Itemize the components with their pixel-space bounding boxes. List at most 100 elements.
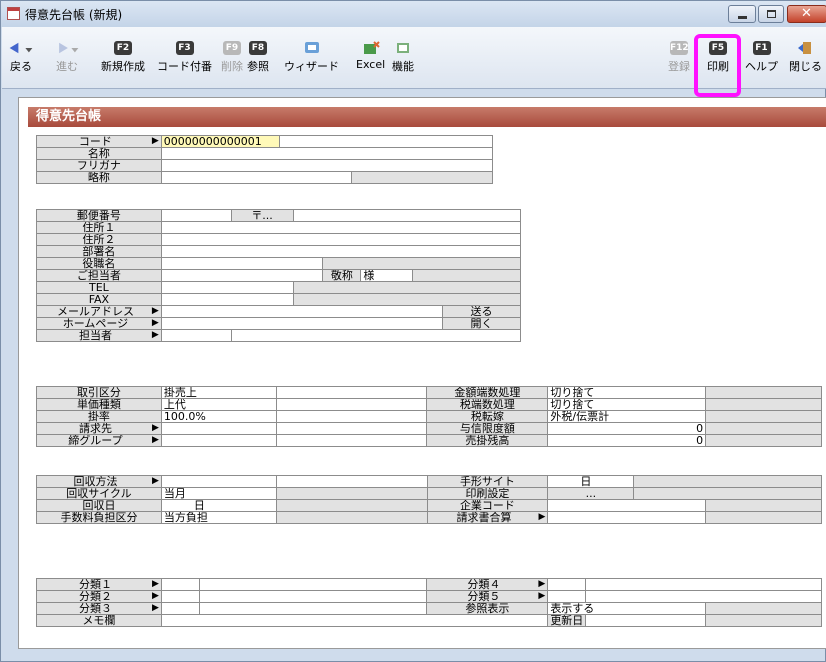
category4-label: 分類４ ▶ <box>426 578 549 591</box>
caret-right-icon: ▶ <box>151 330 159 341</box>
address1-label: 住所１ <box>36 221 162 234</box>
memo-field[interactable] <box>160 614 549 627</box>
f3-key-icon: F3 <box>175 41 194 55</box>
category2-code[interactable] <box>160 590 200 603</box>
ref-display-field[interactable]: 表示する <box>547 602 707 615</box>
app-window: 得意先台帳 (新規) ✕ 戻る 進む F2 新規作成 F3 コード付番 F9 削除 F… <box>0 0 826 662</box>
category1-code[interactable] <box>160 578 200 591</box>
send-button[interactable]: 送る <box>442 305 521 318</box>
collect-method-field[interactable] <box>160 475 277 488</box>
minimize-button[interactable] <box>728 5 756 23</box>
register-button[interactable]: F12 登録 <box>668 41 690 74</box>
page-title: 得意先台帳 <box>28 107 826 127</box>
f12-key-icon: F12 <box>670 41 689 55</box>
credit-field[interactable]: 0 <box>547 422 707 435</box>
close-window-button[interactable]: ✕ <box>787 5 826 23</box>
back-arrow-icon <box>9 42 33 54</box>
reference-button[interactable]: F8 参照 <box>247 41 269 74</box>
position-field[interactable] <box>160 257 324 270</box>
invoice-sum-field[interactable] <box>547 511 707 524</box>
caret-right-icon: ▶ <box>151 423 159 434</box>
fax-label: FAX <box>36 293 162 306</box>
delete-button[interactable]: F9 削除 <box>221 41 243 74</box>
collect-cycle-field[interactable]: 当月 <box>160 487 277 500</box>
collect-cycle-label: 回収サイクル <box>36 487 162 500</box>
open-button[interactable]: 開く <box>442 317 521 330</box>
staff-code-field[interactable] <box>160 329 232 342</box>
credit-label: 与信限度額 <box>426 422 549 435</box>
person-field[interactable] <box>160 269 324 282</box>
zip-field[interactable] <box>160 209 232 222</box>
ref-display-label: 参照表示 <box>426 602 549 615</box>
code-field[interactable]: 00000000000001 <box>160 135 280 148</box>
close-button[interactable]: 閉じる <box>789 41 822 74</box>
excel-icon <box>363 41 380 54</box>
print-setting-label: 印刷設定 <box>426 487 549 500</box>
tax-field[interactable]: 外税/伝票計 <box>547 410 707 423</box>
closing-group-field[interactable] <box>160 434 277 447</box>
corp-code-label: 企業コード <box>426 499 549 512</box>
fax-field[interactable] <box>160 293 294 306</box>
fee-field[interactable]: 当方負担 <box>160 511 277 524</box>
address2-field[interactable] <box>160 233 522 246</box>
app-icon <box>7 7 20 20</box>
closing-group-label: 締グループ ▶ <box>36 434 162 447</box>
category3-label: 分類３ ▶ <box>36 602 162 615</box>
price-type-label: 単価種類 <box>36 398 162 411</box>
print-setting-button[interactable]: ... <box>547 487 635 500</box>
rounding-field[interactable]: 切り捨て <box>547 386 707 399</box>
maximize-button[interactable] <box>758 5 784 23</box>
function-button[interactable]: 機能 <box>392 41 414 74</box>
new-button[interactable]: F2 新規作成 <box>101 41 145 74</box>
bill-site-label: 手形サイト <box>426 475 549 488</box>
homepage-field[interactable] <box>160 317 444 330</box>
category4-code[interactable] <box>547 578 587 591</box>
tax-label: 税転嫁 <box>426 410 549 423</box>
name-field[interactable] <box>160 147 494 160</box>
zip-search-button[interactable]: 〒... <box>230 209 294 222</box>
trade-type-field[interactable]: 掛売上 <box>160 386 277 399</box>
bill-site-field[interactable]: 日 <box>547 475 635 488</box>
short-name-label: 略称 <box>36 171 162 184</box>
kana-field[interactable] <box>160 159 494 172</box>
caret-right-icon: ▶ <box>151 136 159 147</box>
excel-button[interactable]: Excel <box>356 41 385 71</box>
caret-right-icon: ▶ <box>151 306 159 317</box>
staff-label: 担当者 ▶ <box>36 329 162 342</box>
tel-label: TEL <box>36 281 162 294</box>
maximize-icon <box>767 10 776 18</box>
dept-field[interactable] <box>160 245 522 258</box>
category5-code[interactable] <box>547 590 587 603</box>
honorific-label: 敬称 <box>322 269 362 282</box>
bill-to-field[interactable] <box>160 422 277 435</box>
trade-type-label: 取引区分 <box>36 386 162 399</box>
updated-label: 更新日 <box>547 614 587 627</box>
address1-field[interactable] <box>160 221 522 234</box>
caret-right-icon: ▶ <box>151 579 159 590</box>
rate-field[interactable]: 100.0% <box>160 410 277 423</box>
memo-label: メモ欄 <box>36 614 162 627</box>
trade-table: 取引区分 掛売上 金額端数処理 切り捨て 単価種類 上代 税端数処理 切り捨て 掛率 10… <box>36 386 822 447</box>
title-bar: 得意先台帳 (新規) ✕ <box>1 1 826 27</box>
category-table: 分類１ ▶ 分類４ ▶ 分類２ ▶ 分類５ ▶ 分類３ ▶ 参照表示 表示する メモ欄 更新… <box>36 578 822 627</box>
back-button[interactable]: 戻る <box>6 41 36 74</box>
position-label: 役職名 <box>36 257 162 270</box>
tel-field[interactable] <box>160 281 294 294</box>
form-panel: 得意先台帳 コード ▶ 00000000000001 名称 フリガナ 略称 郵便番… <box>18 97 826 649</box>
forward-button[interactable]: 進む <box>52 41 82 74</box>
short-name-field[interactable] <box>160 171 353 184</box>
corp-code-field[interactable] <box>547 499 707 512</box>
mail-field[interactable] <box>160 305 444 318</box>
help-button[interactable]: F1 ヘルプ <box>745 41 778 74</box>
wizard-button[interactable]: ウィザード <box>284 41 339 74</box>
collection-table: 回収方法 ▶ 手形サイト日 回収サイクル 当月 印刷設定... 回収日日 企業コード… <box>36 475 822 524</box>
code-assign-button[interactable]: F3 コード付番 <box>157 41 212 74</box>
price-type-field[interactable]: 上代 <box>160 398 277 411</box>
tax-rounding-field[interactable]: 切り捨て <box>547 398 707 411</box>
function-icon <box>397 43 409 53</box>
collect-day-field[interactable]: 日 <box>160 499 277 512</box>
category3-code[interactable] <box>160 602 200 615</box>
person-label: ご担当者 <box>36 269 162 282</box>
caret-right-icon: ▶ <box>151 603 159 614</box>
honorific-field[interactable]: 様 <box>360 269 414 282</box>
